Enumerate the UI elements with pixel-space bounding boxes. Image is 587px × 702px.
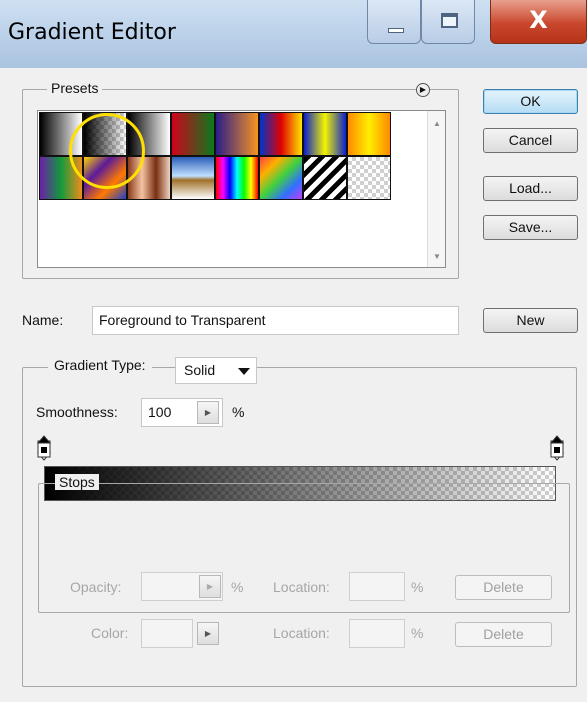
scroll-down-icon[interactable]: ▼ xyxy=(433,252,441,261)
gradient-type-label: Gradient Type: xyxy=(48,357,152,373)
opacity-location-input[interactable] xyxy=(349,572,405,601)
maximize-icon xyxy=(441,13,458,28)
new-button[interactable]: New xyxy=(483,308,578,333)
color-location-unit: % xyxy=(411,625,424,641)
smoothness-value: 100 xyxy=(148,404,172,420)
scroll-up-icon[interactable]: ▲ xyxy=(433,119,441,128)
name-input[interactable]: Foreground to Transparent xyxy=(92,306,459,335)
smoothness-label: Smoothness: xyxy=(36,404,118,420)
close-button[interactable]: X xyxy=(490,0,587,44)
color-delete-button[interactable]: Delete xyxy=(455,622,552,647)
opacity-slider-button[interactable]: ▶ xyxy=(199,575,221,598)
preset-swatch[interactable] xyxy=(347,156,391,200)
dialog-body: Presets ▶ ▲ ▼ OK Cancel Load... Save... … xyxy=(0,68,587,702)
name-label: Name: xyxy=(22,312,64,328)
save-button[interactable]: Save... xyxy=(483,215,578,240)
window-title: Gradient Editor xyxy=(8,20,176,45)
load-button[interactable]: Load... xyxy=(483,176,578,201)
opacity-unit: % xyxy=(231,579,244,595)
preset-swatch[interactable] xyxy=(215,156,259,200)
color-stop-right[interactable] xyxy=(550,435,564,459)
ok-button[interactable]: OK xyxy=(483,89,578,114)
highlight-circle xyxy=(69,113,145,189)
opacity-label: Opacity: xyxy=(70,579,122,595)
color-menu-button[interactable]: ▶ xyxy=(197,622,219,645)
preset-swatch[interactable] xyxy=(259,112,303,156)
presets-menu-icon[interactable]: ▶ xyxy=(416,83,430,97)
preset-swatch[interactable] xyxy=(171,156,215,200)
opacity-delete-button[interactable]: Delete xyxy=(455,575,552,600)
preset-swatch[interactable] xyxy=(347,112,391,156)
title-bar: Gradient Editor X xyxy=(0,0,587,68)
color-stop-left[interactable] xyxy=(37,435,51,459)
preset-swatch[interactable] xyxy=(259,156,303,200)
cancel-button[interactable]: Cancel xyxy=(483,128,578,153)
chevron-down-icon xyxy=(238,368,250,375)
opacity-location-unit: % xyxy=(411,579,424,595)
color-label: Color: xyxy=(91,625,129,641)
color-location-input[interactable] xyxy=(349,619,405,648)
stops-label: Stops xyxy=(55,474,99,490)
presets-scrollbar[interactable]: ▲ ▼ xyxy=(427,111,445,267)
color-swatch[interactable] xyxy=(141,619,193,648)
color-location-label: Location: xyxy=(273,625,330,641)
smoothness-unit: % xyxy=(232,404,245,420)
presets-label: Presets xyxy=(47,80,103,96)
minimize-button[interactable] xyxy=(367,0,421,44)
preset-swatch[interactable] xyxy=(171,112,215,156)
maximize-button[interactable] xyxy=(421,0,475,44)
gradient-type-dropdown[interactable]: Solid xyxy=(175,357,257,384)
opacity-location-label: Location: xyxy=(273,579,330,595)
close-icon: X xyxy=(529,6,548,34)
smoothness-slider-button[interactable]: ▶ xyxy=(197,401,219,424)
minimize-icon xyxy=(388,28,404,33)
preset-swatch[interactable] xyxy=(303,156,347,200)
preset-swatch[interactable] xyxy=(303,112,347,156)
gradient-type-value: Solid xyxy=(184,362,216,378)
preset-swatch[interactable] xyxy=(215,112,259,156)
